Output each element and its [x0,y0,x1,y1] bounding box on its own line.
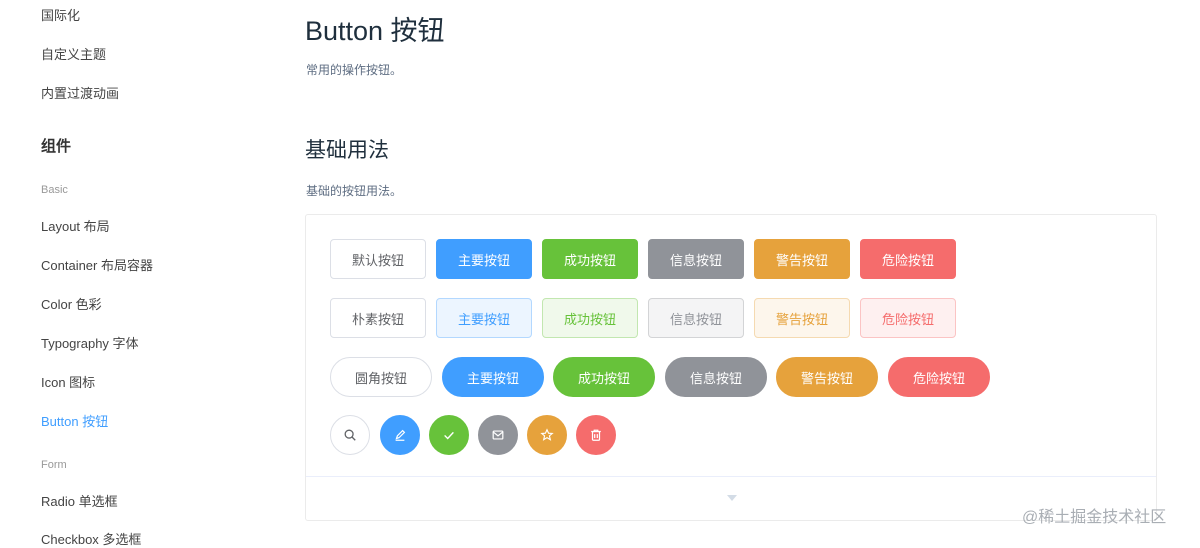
round-warning-button[interactable]: 警告按钮 [776,357,878,397]
sidebar-section-components: 组件 [41,138,72,155]
sidebar-nav: 国际化 自定义主题 内置过渡动画 组件 Basic Layout 布局 Cont… [0,0,260,547]
edit-icon [395,429,406,441]
message-icon [492,430,504,440]
demo-block: 默认按钮 主要按钮 成功按钮 信息按钮 警告按钮 危险按钮 朴素按钮 主要按钮 … [305,214,1157,521]
round-info-button[interactable]: 信息按钮 [665,357,767,397]
sidebar-group-basic: Basic [41,184,68,196]
sidebar-item-typography[interactable]: Typography 字体 [41,333,139,352]
page-description: 常用的操作按钮。 [306,63,403,77]
plain-info-button[interactable]: 信息按钮 [648,298,744,338]
round-success-button[interactable]: 成功按钮 [553,357,655,397]
plain-default-button[interactable]: 朴素按钮 [330,298,426,338]
sidebar-group-form: Form [41,459,67,471]
search-icon [344,429,356,441]
sidebar-item-i18n[interactable]: 国际化 [41,5,80,24]
check-icon [444,431,454,440]
sidebar-item-button[interactable]: Button 按钮 [41,411,108,430]
round-default-button[interactable]: 圆角按钮 [330,357,432,397]
default-button[interactable]: 默认按钮 [330,239,426,279]
sidebar-item-color[interactable]: Color 色彩 [41,294,102,313]
circle-check-button[interactable] [429,415,469,455]
round-danger-button[interactable]: 危险按钮 [888,357,990,397]
primary-button[interactable]: 主要按钮 [436,239,532,279]
sidebar-item-layout[interactable]: Layout 布局 [41,216,110,235]
sidebar-item-radio[interactable]: Radio 单选框 [41,491,118,510]
danger-button[interactable]: 危险按钮 [860,239,956,279]
plain-primary-button[interactable]: 主要按钮 [436,298,532,338]
plain-danger-button[interactable]: 危险按钮 [860,298,956,338]
plain-success-button[interactable]: 成功按钮 [542,298,638,338]
delete-icon [591,429,601,441]
sidebar-item-icon[interactable]: Icon 图标 [41,372,95,391]
section-title: 基础用法 [305,139,389,162]
page-title: Button 按钮 [305,16,445,46]
circle-search-button[interactable] [330,415,370,455]
section-description: 基础的按钮用法。 [306,184,403,198]
watermark: @稀土掘金技术社区 [1022,509,1167,526]
star-icon [540,428,554,441]
circle-delete-button[interactable] [576,415,616,455]
circle-message-button[interactable] [478,415,518,455]
warning-button[interactable]: 警告按钮 [754,239,850,279]
plain-warning-button[interactable]: 警告按钮 [754,298,850,338]
info-button[interactable]: 信息按钮 [648,239,744,279]
caret-down-icon [727,495,737,501]
sidebar-item-checkbox[interactable]: Checkbox 多选框 [41,529,141,548]
sidebar-item-custom-theme[interactable]: 自定义主题 [41,44,106,63]
circle-edit-button[interactable] [380,415,420,455]
sidebar-item-transition[interactable]: 内置过渡动画 [41,83,119,102]
sidebar-item-container[interactable]: Container 布局容器 [41,255,153,274]
circle-star-button[interactable] [527,415,567,455]
round-primary-button[interactable]: 主要按钮 [442,357,544,397]
success-button[interactable]: 成功按钮 [542,239,638,279]
